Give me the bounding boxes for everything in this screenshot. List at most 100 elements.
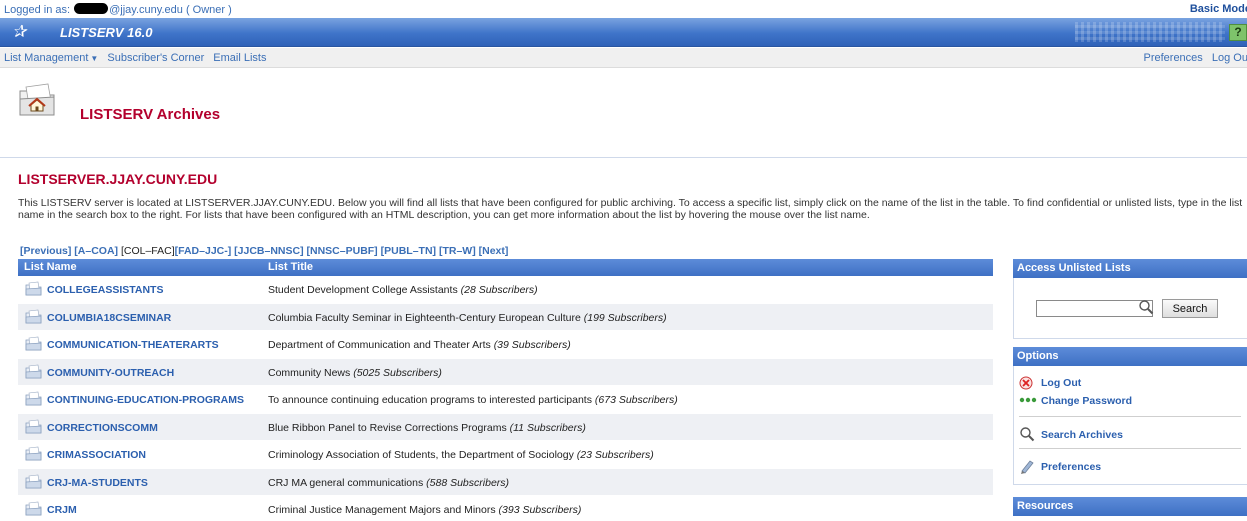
list-name-link[interactable]: COMMUNITY-OUTREACH <box>47 367 174 379</box>
list-title-text: Student Development College Assistants (… <box>268 284 538 296</box>
list-title: Criminology Association of Students, the… <box>268 449 574 461</box>
list-title-text: CRJ MA general communications (588 Subsc… <box>268 477 509 489</box>
list-name-link[interactable]: COMMUNICATION-THEATERARTS <box>47 339 219 351</box>
login-strip: Logged in as: @jjay.cuny.edu ( Owner ) B… <box>0 0 1247 18</box>
subscriber-count: (23 Subscribers) <box>576 449 654 461</box>
caret-down-icon: ▼ <box>90 54 99 63</box>
menu-right: Preferences Log Out <box>1137 52 1247 64</box>
subscriber-count: (28 Subscribers) <box>460 284 538 296</box>
subscriber-count: (673 Subscribers) <box>594 394 678 406</box>
search-archives-icon <box>1020 427 1035 442</box>
list-folder-icon <box>25 336 42 351</box>
list-title-text: Columbia Faculty Seminar in Eighteenth-C… <box>268 312 667 324</box>
list-title-text: To announce continuing education program… <box>268 394 678 406</box>
list-table: List Name List Title COLLEGEASSISTANTS St… <box>18 259 993 521</box>
login-info: Logged in as: @jjay.cuny.edu ( Owner ) <box>4 3 232 16</box>
logout-x-icon <box>1019 376 1033 390</box>
list-folder-icon <box>25 364 42 378</box>
menu-list-management-label: List Management <box>4 52 89 64</box>
menu-left: List Management ▼ Subscriber's Corner Ema… <box>4 52 272 64</box>
header-list-name: List Name <box>24 261 77 273</box>
table-row: CRJM Criminal Justice Management Majors a… <box>18 496 993 521</box>
list-folder-icon <box>25 391 42 406</box>
nav-previous[interactable]: [Previous] <box>20 245 71 257</box>
server-name: LISTSERVER.JJAY.CUNY.EDU <box>18 171 218 187</box>
alpha-navigation: [Previous] [A–COA] [COL–FAC][FAD–JJC-] [… <box>20 245 508 257</box>
password-dots-icon <box>1019 397 1037 403</box>
list-title: Community News <box>268 366 351 379</box>
table-row: CORRECTIONSCOMM Blue Ribbon Panel to Revi… <box>18 413 993 441</box>
list-title-text: Community News (5025 Subscribers) <box>268 367 442 379</box>
list-title-text: Criminology Association of Students, the… <box>268 449 654 461</box>
table-row: COLLEGEASSISTANTS Student Development Col… <box>18 276 993 304</box>
listserv-logo-icon: ✰ <box>12 22 27 41</box>
nav-range-tr-w[interactable]: [TR–W] <box>439 245 476 257</box>
menu-bar: List Management ▼ Subscriber's Corner Ema… <box>0 48 1247 68</box>
table-row: CRJ-MA-STUDENTS CRJ MA general communicat… <box>18 468 993 496</box>
options-title: Options <box>1013 347 1247 366</box>
options-divider <box>1019 448 1241 449</box>
list-folder-icon <box>25 446 42 461</box>
list-name-link[interactable]: CRIMASSOCIATION <box>47 449 146 461</box>
list-name-link[interactable]: CRJ-MA-STUDENTS <box>47 477 148 489</box>
login-prefix: Logged in as: <box>4 4 71 16</box>
option-search-archives[interactable]: Search Archives <box>1041 429 1123 441</box>
subscriber-count: (11 Subscribers) <box>509 421 586 434</box>
app-title: LISTSERV 16.0 <box>60 25 153 40</box>
title-bar: ✰ LISTSERV 16.0 ? <box>0 18 1247 47</box>
page-header: LISTSERV Archives <box>0 70 1247 158</box>
nav-next[interactable]: [Next] <box>479 245 509 257</box>
option-preferences[interactable]: Preferences <box>1041 461 1101 473</box>
resources-panel: Resources <box>1013 497 1247 521</box>
nav-range-publ-tn[interactable]: [PUBL–TN] <box>381 245 436 257</box>
list-title: Columbia Faculty Seminar in Eighteenth-C… <box>268 311 581 324</box>
nav-range-nnsc-pubf[interactable]: [NNSC–PUBF] <box>307 245 378 257</box>
list-name-link[interactable]: CORRECTIONSCOMM <box>47 422 158 434</box>
list-name-link[interactable]: COLUMBIA18CSEMINAR <box>47 312 171 324</box>
list-folder-icon <box>25 419 42 433</box>
list-folder-icon <box>25 281 42 296</box>
page-title: LISTSERV Archives <box>80 106 221 123</box>
list-title: To announce continuing education program… <box>268 394 592 406</box>
option-change-password[interactable]: Change Password <box>1041 395 1132 407</box>
table-row: COLUMBIA18CSEMINAR Columbia Faculty Semin… <box>18 303 993 331</box>
resources-title: Resources <box>1013 497 1247 516</box>
access-unlisted-panel: Access Unlisted Lists Search <box>1013 259 1247 339</box>
list-folder-icon <box>25 474 42 488</box>
list-name-link[interactable]: CRJM <box>47 504 77 516</box>
subscriber-count: (588 Subscribers) <box>426 476 510 489</box>
pencil-icon <box>1021 460 1034 474</box>
menu-preferences[interactable]: Preferences <box>1143 52 1202 64</box>
list-title: Student Development College Assistants <box>268 284 458 296</box>
option-log-out[interactable]: Log Out <box>1041 377 1081 389</box>
basic-mode-link[interactable]: Basic Mode <box>1190 3 1247 15</box>
menu-list-management[interactable]: List Management ▼ <box>4 52 98 64</box>
table-row: CRIMASSOCIATION Criminology Association o… <box>18 441 993 469</box>
access-unlisted-title: Access Unlisted Lists <box>1013 259 1247 278</box>
title-bar-pattern <box>1075 22 1225 42</box>
table-row: CONTINUING-EDUCATION-PROGRAMS To announce… <box>18 386 993 414</box>
redacted-username <box>74 3 109 14</box>
unlisted-search-input[interactable] <box>1036 300 1153 317</box>
menu-subscribers-corner[interactable]: Subscriber's Corner <box>107 52 204 64</box>
table-row: COMMUNICATION-THEATERARTS Department of C… <box>18 331 993 359</box>
table-header: List Name List Title <box>18 259 993 276</box>
list-title: Department of Communication and Theater … <box>268 339 491 351</box>
list-title-text: Criminal Justice Management Majors and M… <box>268 504 581 516</box>
nav-range-jjcb-nnsc[interactable]: [JJCB–NNSC] <box>234 245 303 257</box>
list-name-link[interactable]: COLLEGEASSISTANTS <box>47 284 163 296</box>
nav-range-fad-jjc[interactable]: [FAD–JJC-] <box>175 245 232 257</box>
menu-log-out[interactable]: Log Out <box>1212 52 1247 64</box>
subscriber-count: (199 Subscribers) <box>583 311 667 324</box>
nav-range-a-coa[interactable]: [A–COA] <box>74 245 118 257</box>
table-rows: COLLEGEASSISTANTS Student Development Col… <box>18 276 993 521</box>
subscriber-count: (393 Subscribers) <box>498 504 582 516</box>
help-button[interactable]: ? <box>1229 24 1247 41</box>
list-name-link[interactable]: CONTINUING-EDUCATION-PROGRAMS <box>47 394 244 406</box>
menu-email-lists[interactable]: Email Lists <box>213 52 266 64</box>
magnifier-icon <box>1139 300 1154 315</box>
header-list-title: List Title <box>268 261 314 273</box>
nav-range-current: [COL–FAC] <box>120 245 175 257</box>
subscriber-count: (5025 Subscribers) <box>353 366 442 379</box>
search-button[interactable]: Search <box>1162 299 1218 318</box>
